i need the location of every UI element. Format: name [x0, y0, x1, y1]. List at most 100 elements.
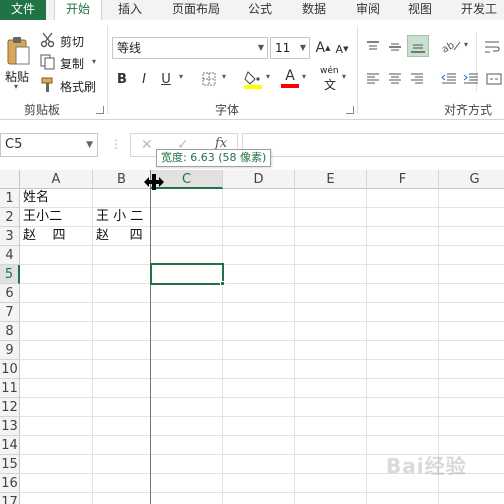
grid-cell[interactable]: [367, 284, 439, 303]
row-header-4[interactable]: 4: [0, 246, 20, 265]
grid-cell[interactable]: [20, 322, 93, 341]
cancel-icon[interactable]: ✕: [141, 137, 153, 153]
fill-color-dropdown-icon[interactable]: ▾: [266, 72, 270, 81]
shrink-font-icon[interactable]: A ▼: [334, 40, 350, 58]
row-header-16[interactable]: 16: [0, 474, 20, 493]
grid-cell[interactable]: [223, 474, 295, 493]
grid-cell[interactable]: [93, 417, 151, 436]
grid-cell[interactable]: [295, 322, 367, 341]
grid-cell[interactable]: [151, 208, 223, 227]
merge-center-icon[interactable]: [484, 70, 504, 88]
grid-cell[interactable]: [20, 265, 93, 284]
grid-cell[interactable]: [367, 341, 439, 360]
tab-formulas[interactable]: 公式: [240, 0, 280, 20]
grid-cell[interactable]: [223, 341, 295, 360]
grid-cell[interactable]: [223, 246, 295, 265]
grid-cell[interactable]: [151, 474, 223, 493]
grid-cell[interactable]: [223, 493, 295, 504]
grid-cell[interactable]: [151, 322, 223, 341]
bold-button[interactable]: B: [114, 70, 130, 88]
grid-cell[interactable]: [151, 341, 223, 360]
grid-cell[interactable]: [295, 265, 367, 284]
grid-cell[interactable]: [439, 379, 504, 398]
grid-cell[interactable]: [223, 189, 295, 208]
align-right-icon[interactable]: [408, 70, 426, 88]
row-header-11[interactable]: 11: [0, 379, 20, 398]
grid-cell[interactable]: [367, 189, 439, 208]
grid-cell[interactable]: [151, 303, 223, 322]
grid-cell[interactable]: [439, 265, 504, 284]
underline-button[interactable]: U: [158, 70, 174, 88]
grid-cell[interactable]: [295, 189, 367, 208]
borders-dropdown-icon[interactable]: ▾: [222, 72, 226, 81]
name-box[interactable]: C5 ▼: [0, 133, 98, 157]
grid-cell[interactable]: [151, 379, 223, 398]
grid-cell[interactable]: [295, 417, 367, 436]
grid-cell[interactable]: [93, 303, 151, 322]
row-header-17[interactable]: 17: [0, 493, 20, 504]
grid-cell[interactable]: [439, 208, 504, 227]
grid-cell[interactable]: [20, 379, 93, 398]
scissors-icon[interactable]: [40, 32, 56, 48]
decrease-indent-icon[interactable]: [440, 70, 458, 88]
tab-page-layout[interactable]: 页面布局: [164, 0, 228, 20]
grid-cell[interactable]: [151, 227, 223, 246]
italic-button[interactable]: I: [136, 70, 152, 88]
cut-button[interactable]: 剪切: [60, 33, 84, 50]
grid-cell[interactable]: [295, 398, 367, 417]
tab-insert[interactable]: 插入: [110, 0, 150, 20]
grid-cell[interactable]: [223, 360, 295, 379]
grid-cell[interactable]: [295, 284, 367, 303]
align-bottom-button[interactable]: [407, 35, 429, 57]
column-header-a[interactable]: A: [20, 170, 93, 189]
borders-icon[interactable]: [200, 70, 218, 88]
grid-cell[interactable]: [295, 455, 367, 474]
grid-cell[interactable]: [93, 493, 151, 504]
row-header-6[interactable]: 6: [0, 284, 20, 303]
grid-cell[interactable]: [20, 398, 93, 417]
grid-cell[interactable]: [439, 493, 504, 504]
grid-cell[interactable]: [20, 474, 93, 493]
column-header-f[interactable]: F: [367, 170, 439, 189]
column-header-e[interactable]: E: [295, 170, 367, 189]
underline-dropdown-icon[interactable]: ▾: [179, 72, 183, 81]
formula-input[interactable]: [242, 133, 504, 157]
format-painter-button[interactable]: 格式刷: [60, 78, 96, 95]
grid-cell[interactable]: [223, 322, 295, 341]
grid-cell[interactable]: [151, 493, 223, 504]
grid-cell[interactable]: [223, 417, 295, 436]
grid-cell[interactable]: [439, 227, 504, 246]
grid-cell[interactable]: [93, 265, 151, 284]
grid-cell[interactable]: [20, 246, 93, 265]
grid-cell[interactable]: [223, 227, 295, 246]
align-top-icon[interactable]: [364, 38, 382, 56]
grid-cell[interactable]: [20, 284, 93, 303]
phonetic-guide-icon[interactable]: wén: [320, 66, 339, 76]
row-header-12[interactable]: 12: [0, 398, 20, 417]
cell-a1[interactable]: 姓名: [20, 189, 93, 208]
active-cell-c5[interactable]: [150, 263, 224, 285]
tab-file[interactable]: 文件: [0, 0, 46, 20]
copy-icon[interactable]: [40, 54, 56, 70]
grid-cell[interactable]: [223, 379, 295, 398]
formula-bar-splitter[interactable]: ⋮: [110, 137, 122, 151]
grid-cell[interactable]: [93, 474, 151, 493]
grid-cell[interactable]: [295, 341, 367, 360]
row-header-10[interactable]: 10: [0, 360, 20, 379]
grid-cell[interactable]: [223, 436, 295, 455]
grow-font-icon[interactable]: A ▲: [314, 38, 332, 58]
grid-cell[interactable]: [367, 493, 439, 504]
grid-cell[interactable]: [439, 246, 504, 265]
grid-cell[interactable]: [295, 474, 367, 493]
grid-cell[interactable]: [151, 398, 223, 417]
grid-cell[interactable]: [367, 398, 439, 417]
align-middle-icon[interactable]: [386, 38, 404, 56]
grid-cell[interactable]: [93, 246, 151, 265]
grid-cell[interactable]: [367, 246, 439, 265]
grid-cell[interactable]: [439, 284, 504, 303]
fill-handle[interactable]: [220, 281, 225, 286]
grid-cell[interactable]: [20, 341, 93, 360]
grid-cell[interactable]: [439, 417, 504, 436]
tab-data[interactable]: 数据: [294, 0, 334, 20]
grid-cell[interactable]: [93, 379, 151, 398]
